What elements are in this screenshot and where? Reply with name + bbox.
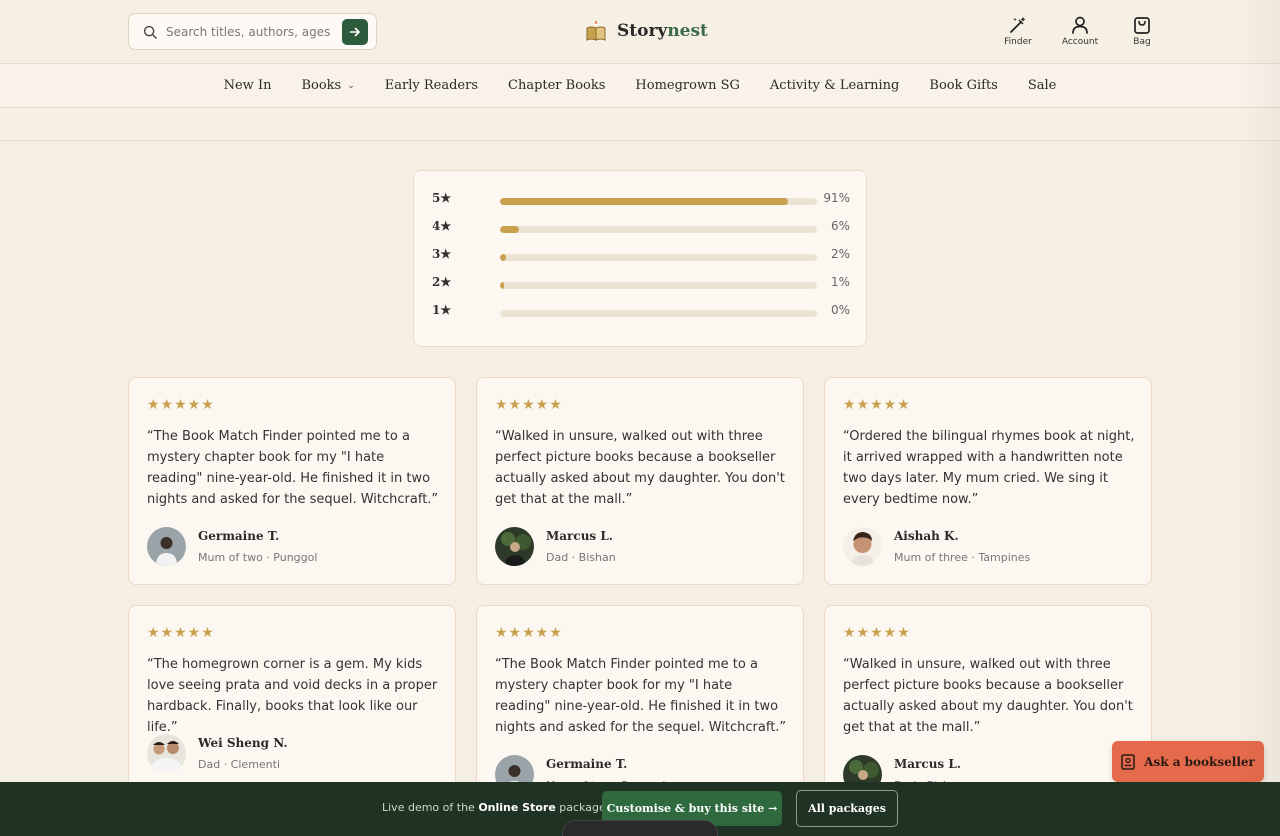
rating-label: 5★: [432, 191, 452, 205]
rating-label: 2★: [432, 275, 452, 289]
review-author: Aishah K.: [894, 529, 959, 543]
rating-row-4: 4★ 6%: [432, 217, 850, 237]
header-icon-group: Finder Account Bag: [998, 15, 1162, 47]
rating-bar-track: [500, 198, 817, 205]
review-author: Germaine T.: [198, 529, 280, 543]
nav-item-activity-learning[interactable]: Activity & Learning: [770, 78, 899, 93]
site-header: Storynest Finder Account Bag: [0, 0, 1280, 64]
rating-bar-fill: [500, 198, 789, 205]
rating-bar-track: [500, 254, 817, 261]
rating-row-2: 2★ 1%: [432, 273, 850, 293]
user-icon: [1072, 16, 1088, 34]
ask-bookseller-label: Ask a bookseller: [1144, 754, 1255, 769]
search-icon: [143, 25, 157, 39]
review-meta: Dad · Clementi: [198, 758, 281, 771]
brand-name: Storynest: [617, 21, 708, 41]
review-card: ★★★★★ “The Book Match Finder pointed me …: [128, 377, 456, 585]
rating-bar-fill: [500, 226, 520, 233]
rating-label: 1★: [432, 303, 452, 317]
review-quote: “The Book Match Finder pointed me to a m…: [495, 657, 787, 735]
account-button[interactable]: Account: [1060, 15, 1100, 47]
chevron-down-icon: ⌄: [347, 80, 355, 91]
nav-item-early-readers[interactable]: Early Readers: [385, 78, 478, 93]
rating-bar-fill: [500, 282, 504, 289]
review-author: Wei Sheng N.: [198, 736, 288, 750]
review-quote: “Walked in unsure, walked out with three…: [843, 657, 1133, 735]
star-rating: ★★★★★: [147, 397, 215, 413]
rating-bar-track: [500, 226, 817, 233]
search-bar[interactable]: [128, 13, 377, 50]
review-quote: “Walked in unsure, walked out with three…: [495, 429, 785, 507]
section-divider-band: [0, 108, 1280, 141]
rating-row-5: 5★ 91%: [432, 189, 850, 209]
rating-breakdown-card: 5★ 91% 4★ 6% 3★ 2% 2★ 1% 1★ 0%: [413, 170, 867, 347]
brand-logo[interactable]: Storynest: [585, 17, 708, 45]
search-submit-button[interactable]: [342, 19, 368, 45]
rating-percent: 1%: [830, 275, 850, 289]
magic-wand-icon: [1010, 17, 1026, 33]
star-rating: ★★★★★: [843, 397, 911, 413]
avatar: [147, 527, 186, 566]
rating-row-3: 3★ 2%: [432, 245, 850, 265]
review-quote: “The Book Match Finder pointed me to a m…: [147, 429, 439, 507]
review-meta: Dad · Bishan: [546, 551, 616, 564]
nav-item-books-label: Books: [301, 78, 342, 93]
nav-item-new-in[interactable]: New In: [224, 78, 272, 93]
all-packages-button[interactable]: All packages: [796, 790, 898, 827]
review-quote: “The homegrown corner is a gem. My kids …: [147, 657, 438, 735]
rating-bar-track: [500, 310, 817, 317]
star-rating: ★★★★★: [147, 625, 215, 641]
nav-item-chapter-books[interactable]: Chapter Books: [508, 78, 605, 93]
nav-item-homegrown-sg[interactable]: Homegrown SG: [635, 78, 739, 93]
bag-icon: [1134, 17, 1150, 34]
floating-toolbar[interactable]: [562, 820, 718, 836]
review-author: Marcus L.: [546, 529, 613, 543]
rating-percent: 6%: [830, 219, 850, 233]
star-rating: ★★★★★: [495, 625, 563, 641]
rating-bar-track: [500, 282, 817, 289]
review-card: ★★★★★ “Ordered the bilingual rhymes book…: [824, 377, 1152, 585]
rating-percent: 0%: [830, 303, 850, 317]
finder-label: Finder: [1004, 37, 1032, 47]
avatar: [843, 527, 882, 566]
ask-bookseller-button[interactable]: Ask a bookseller: [1112, 741, 1264, 782]
rating-percent: 2%: [830, 247, 850, 261]
rating-label: 3★: [432, 247, 452, 261]
bag-button[interactable]: Bag: [1122, 15, 1162, 47]
rating-row-1: 1★ 0%: [432, 301, 850, 321]
account-label: Account: [1061, 37, 1099, 47]
review-author: Marcus L.: [894, 757, 961, 771]
rating-bar-fill: [500, 254, 507, 261]
rating-label: 4★: [432, 219, 452, 233]
nav-item-sale[interactable]: Sale: [1028, 78, 1057, 93]
demo-message: Live demo of the Online Store package.: [382, 801, 610, 814]
arrow-right-icon: [349, 27, 360, 37]
main-nav: New In Books ⌄ Early Readers Chapter Boo…: [0, 64, 1280, 108]
rating-percent: 91%: [823, 191, 850, 205]
review-meta: Mum of three · Tampines: [894, 551, 1031, 564]
finder-button[interactable]: Finder: [998, 15, 1038, 47]
avatar: [147, 734, 186, 773]
bag-label: Bag: [1133, 37, 1151, 47]
review-card: ★★★★★ “Walked in unsure, walked out with…: [476, 377, 804, 585]
nav-item-book-gifts[interactable]: Book Gifts: [929, 78, 997, 93]
search-input[interactable]: [166, 22, 331, 42]
review-meta: Mum of two · Punggol: [198, 551, 318, 564]
avatar: [495, 527, 534, 566]
star-rating: ★★★★★: [495, 397, 563, 413]
book-chat-icon: [1121, 753, 1135, 770]
star-rating: ★★★★★: [843, 625, 911, 641]
review-quote: “Ordered the bilingual rhymes book at ni…: [843, 429, 1135, 507]
nav-item-books[interactable]: Books ⌄: [301, 78, 354, 93]
review-author: Germaine T.: [546, 757, 628, 771]
open-book-icon: [586, 20, 606, 41]
